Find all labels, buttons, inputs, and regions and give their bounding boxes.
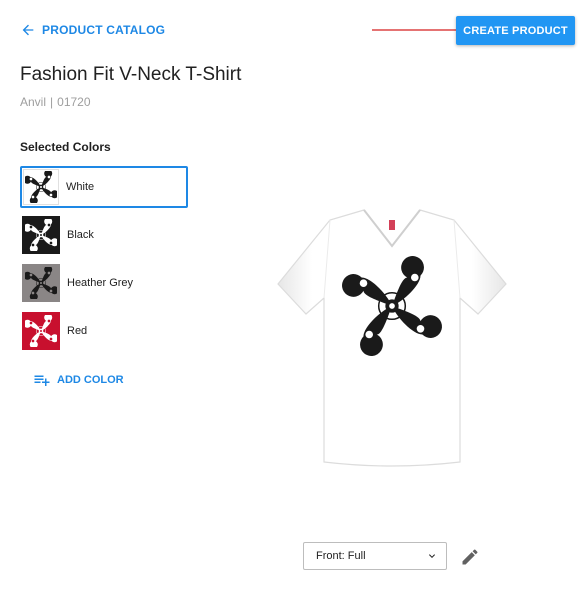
add-color-label: ADD COLOR — [57, 374, 124, 386]
color-label-red: Red — [67, 325, 88, 337]
product-brand: Anvil — [20, 95, 47, 109]
annotation-arrow-icon — [372, 25, 468, 35]
back-to-product-catalog-link[interactable]: PRODUCT CATALOG — [20, 22, 165, 38]
color-label-heather-grey: Heather Grey — [67, 277, 134, 289]
color-label-white: White — [66, 181, 95, 193]
color-item-heather-grey[interactable]: Heather Grey — [20, 262, 188, 304]
color-item-red[interactable]: Red — [20, 310, 188, 352]
product-preview — [272, 206, 512, 468]
product-title: Fashion Fit V-Neck T-Shirt — [20, 64, 242, 85]
tshirt-mockup — [277, 209, 507, 467]
back-link-label: PRODUCT CATALOG — [42, 23, 166, 37]
add-color-button[interactable]: ADD COLOR — [33, 371, 124, 389]
view-select-dropdown[interactable]: Front: Full — [303, 542, 447, 570]
arrow-left-icon — [22, 24, 34, 36]
playlist-add-icon — [34, 375, 50, 386]
chevron-down-icon — [429, 554, 435, 558]
product-sku: 01720 — [57, 95, 91, 109]
color-swatch-black — [22, 216, 60, 254]
product-subtitle: Anvil | 01720 — [20, 95, 91, 109]
selected-colors-heading: Selected Colors — [20, 140, 111, 154]
color-label-black: Black — [67, 229, 94, 241]
color-swatch-white — [23, 169, 59, 205]
color-item-black[interactable]: Black — [20, 214, 188, 256]
color-list: White Black Heather Grey Red — [20, 166, 188, 358]
color-item-white[interactable]: White — [20, 166, 188, 208]
edit-pencil-icon[interactable] — [460, 547, 480, 567]
product-subtitle-separator: | — [50, 95, 54, 109]
color-swatch-heather-grey — [22, 264, 60, 302]
create-product-button[interactable]: CREATE PRODUCT — [456, 16, 575, 45]
view-select-value: Front: Full — [316, 550, 366, 562]
color-swatch-red — [22, 312, 60, 350]
